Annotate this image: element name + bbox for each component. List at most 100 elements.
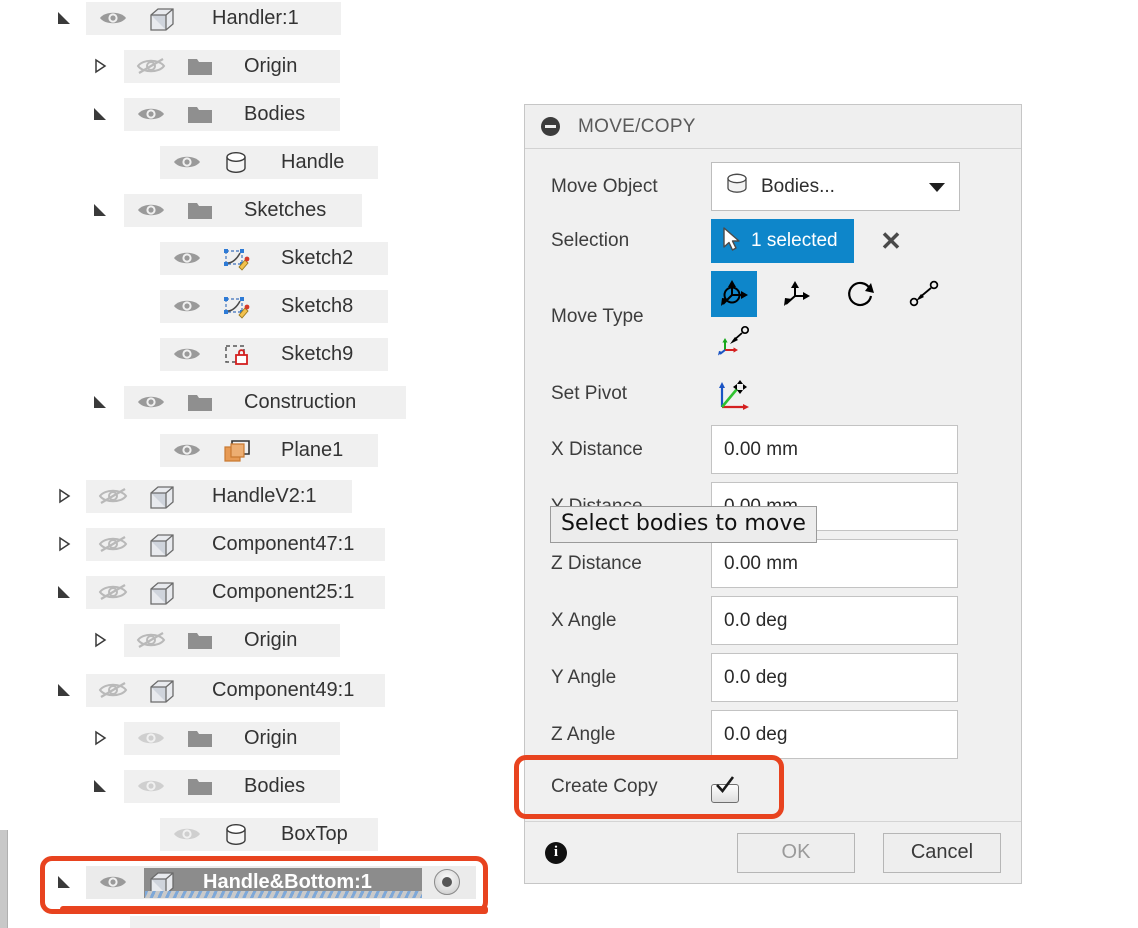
tree-row-label: BoxTop bbox=[281, 823, 348, 845]
expand-toggle-expanded-icon[interactable] bbox=[56, 584, 72, 600]
expand-toggle-collapsed-icon[interactable] bbox=[92, 632, 108, 648]
visibility-eye-icon[interactable] bbox=[136, 776, 166, 796]
tree-row-origin-2[interactable]: Origin bbox=[0, 622, 500, 659]
selection-label: Selection bbox=[551, 230, 630, 251]
z-angle-input[interactable]: 0.0 deg bbox=[711, 710, 958, 759]
tree-row-label: Sketch8 bbox=[281, 295, 354, 317]
y-angle-input[interactable]: 0.0 deg bbox=[711, 653, 958, 702]
tree-row-sketch9[interactable]: Sketch9 bbox=[0, 336, 500, 373]
x-distance-input[interactable]: 0.00 mm bbox=[711, 425, 958, 474]
ok-button[interactable]: OK bbox=[737, 832, 855, 873]
tree-row-boxtop[interactable]: BoxTop bbox=[0, 816, 500, 853]
chevron-down-icon[interactable] bbox=[929, 182, 945, 192]
info-icon[interactable]: i bbox=[545, 841, 567, 864]
select-bodies-tooltip: Select bodies to move bbox=[550, 506, 817, 543]
z-distance-label: Z Distance bbox=[551, 552, 642, 574]
tree-row-origin-1[interactable]: Origin bbox=[0, 48, 500, 85]
create-copy-checkbox[interactable] bbox=[711, 775, 739, 803]
visibility-eye-icon[interactable] bbox=[136, 630, 166, 650]
visibility-eye-icon[interactable] bbox=[172, 440, 202, 460]
visibility-eye-icon[interactable] bbox=[98, 872, 128, 892]
z-distance-input[interactable]: 0.00 mm bbox=[711, 539, 958, 588]
expand-toggle-expanded-icon[interactable] bbox=[56, 874, 72, 890]
tree-row-bodies-2[interactable]: Bodies bbox=[0, 768, 500, 805]
tree-row-label: Construction bbox=[244, 391, 357, 413]
visibility-eye-icon[interactable] bbox=[136, 200, 166, 220]
tree-row-handle-and-bottom-1[interactable]: Handle&Bottom:1 bbox=[0, 864, 500, 901]
expand-toggle-collapsed-icon[interactable] bbox=[92, 58, 108, 74]
tree-row-handle-body[interactable]: Handle bbox=[0, 144, 500, 181]
dialog-header[interactable]: MOVE/COPY bbox=[525, 105, 1021, 149]
folder-icon bbox=[186, 199, 212, 222]
expand-toggle-expanded-icon[interactable] bbox=[56, 682, 72, 698]
radio-target-icon[interactable] bbox=[434, 869, 460, 895]
expand-toggle-collapsed-icon[interactable] bbox=[92, 730, 108, 746]
cursor-arrow-icon bbox=[721, 226, 743, 257]
visibility-eye-icon[interactable] bbox=[98, 486, 128, 506]
tree-row-bodies-1[interactable]: Bodies bbox=[0, 96, 500, 133]
folder-icon bbox=[186, 727, 212, 750]
move-object-label: Move Object bbox=[551, 175, 658, 197]
visibility-eye-icon[interactable] bbox=[136, 104, 166, 124]
visibility-eye-icon[interactable] bbox=[172, 248, 202, 268]
visibility-eye-icon[interactable] bbox=[172, 152, 202, 172]
translate-axes-icon[interactable] bbox=[774, 271, 820, 317]
visibility-eye-icon[interactable] bbox=[172, 824, 202, 844]
tree-row-component49-1[interactable]: Component49:1 bbox=[0, 672, 500, 709]
tree-row-sketch8[interactable]: Sketch8 bbox=[0, 288, 500, 325]
expand-toggle-expanded-icon[interactable] bbox=[56, 10, 72, 26]
move-object-dropdown[interactable]: Bodies... bbox=[711, 162, 960, 211]
tree-row-sketches-1[interactable]: Sketches bbox=[0, 192, 500, 229]
collapse-minus-icon[interactable] bbox=[541, 117, 560, 136]
selection-button[interactable]: 1 selected bbox=[711, 219, 854, 263]
component-icon bbox=[148, 7, 174, 31]
component-icon bbox=[148, 679, 174, 703]
visibility-eye-icon[interactable] bbox=[98, 582, 128, 602]
point-to-point-icon[interactable] bbox=[901, 271, 947, 317]
move-object-row: Move Object Bodies... bbox=[525, 162, 1021, 211]
folder-icon bbox=[186, 775, 212, 798]
visibility-eye-icon[interactable] bbox=[136, 56, 166, 76]
tree-row-label: Sketches bbox=[244, 199, 327, 221]
create-copy-row: Create Copy bbox=[525, 767, 1021, 807]
visibility-eye-icon[interactable] bbox=[98, 534, 128, 554]
rotate-icon[interactable] bbox=[838, 271, 884, 317]
tree-row-component47-1[interactable]: Component47:1 bbox=[0, 526, 500, 563]
set-pivot-icon[interactable] bbox=[711, 371, 757, 417]
visibility-eye-icon[interactable] bbox=[98, 680, 128, 700]
tree-row-component25-1[interactable]: Component25:1 bbox=[0, 574, 500, 611]
visibility-eye-icon[interactable] bbox=[136, 728, 166, 748]
visibility-eye-icon[interactable] bbox=[172, 344, 202, 364]
cancel-button[interactable]: Cancel bbox=[883, 832, 1001, 873]
tree-row-label: Component25:1 bbox=[212, 581, 355, 603]
y-angle-row: Y Angle 0.0 deg bbox=[525, 653, 1021, 702]
expand-toggle-collapsed-icon[interactable] bbox=[56, 488, 72, 504]
tree-row-plane1[interactable]: Plane1 bbox=[0, 432, 500, 469]
sketch-icon bbox=[222, 295, 250, 319]
point-to-position-icon[interactable] bbox=[711, 317, 757, 363]
close-x-icon[interactable]: ✕ bbox=[880, 219, 902, 263]
x-angle-input[interactable]: 0.0 deg bbox=[711, 596, 958, 645]
expand-toggle-expanded-icon[interactable] bbox=[92, 778, 108, 794]
highlight-annotation-bottom bbox=[60, 906, 488, 914]
dialog-title: MOVE/COPY bbox=[578, 115, 696, 137]
component-icon bbox=[148, 533, 174, 557]
visibility-eye-icon[interactable] bbox=[136, 392, 166, 412]
tree-row-origin-3[interactable]: Origin bbox=[0, 720, 500, 757]
visibility-eye-icon[interactable] bbox=[172, 296, 202, 316]
expand-toggle-expanded-icon[interactable] bbox=[92, 106, 108, 122]
expand-toggle-expanded-icon[interactable] bbox=[92, 394, 108, 410]
tree-row-construction-1[interactable]: Construction bbox=[0, 384, 500, 421]
folder-icon bbox=[186, 55, 212, 78]
visibility-eye-icon[interactable] bbox=[98, 8, 128, 28]
tree-row-label: Origin bbox=[244, 727, 298, 749]
expand-toggle-expanded-icon[interactable] bbox=[92, 202, 108, 218]
tree-row-handler-1[interactable]: Handler:1 bbox=[0, 0, 500, 37]
free-move-icon[interactable] bbox=[711, 271, 757, 317]
tree-row-handlev2-1[interactable]: HandleV2:1 bbox=[0, 478, 500, 515]
expand-toggle-collapsed-icon[interactable] bbox=[56, 536, 72, 552]
design-browser-tree[interactable]: Handler:1 Origin Bodies Handle Sketches Sketc… bbox=[0, 0, 500, 928]
tree-row-sketch2[interactable]: Sketch2 bbox=[0, 240, 500, 277]
component-icon bbox=[148, 485, 174, 509]
tree-row-label: Origin bbox=[244, 55, 298, 77]
